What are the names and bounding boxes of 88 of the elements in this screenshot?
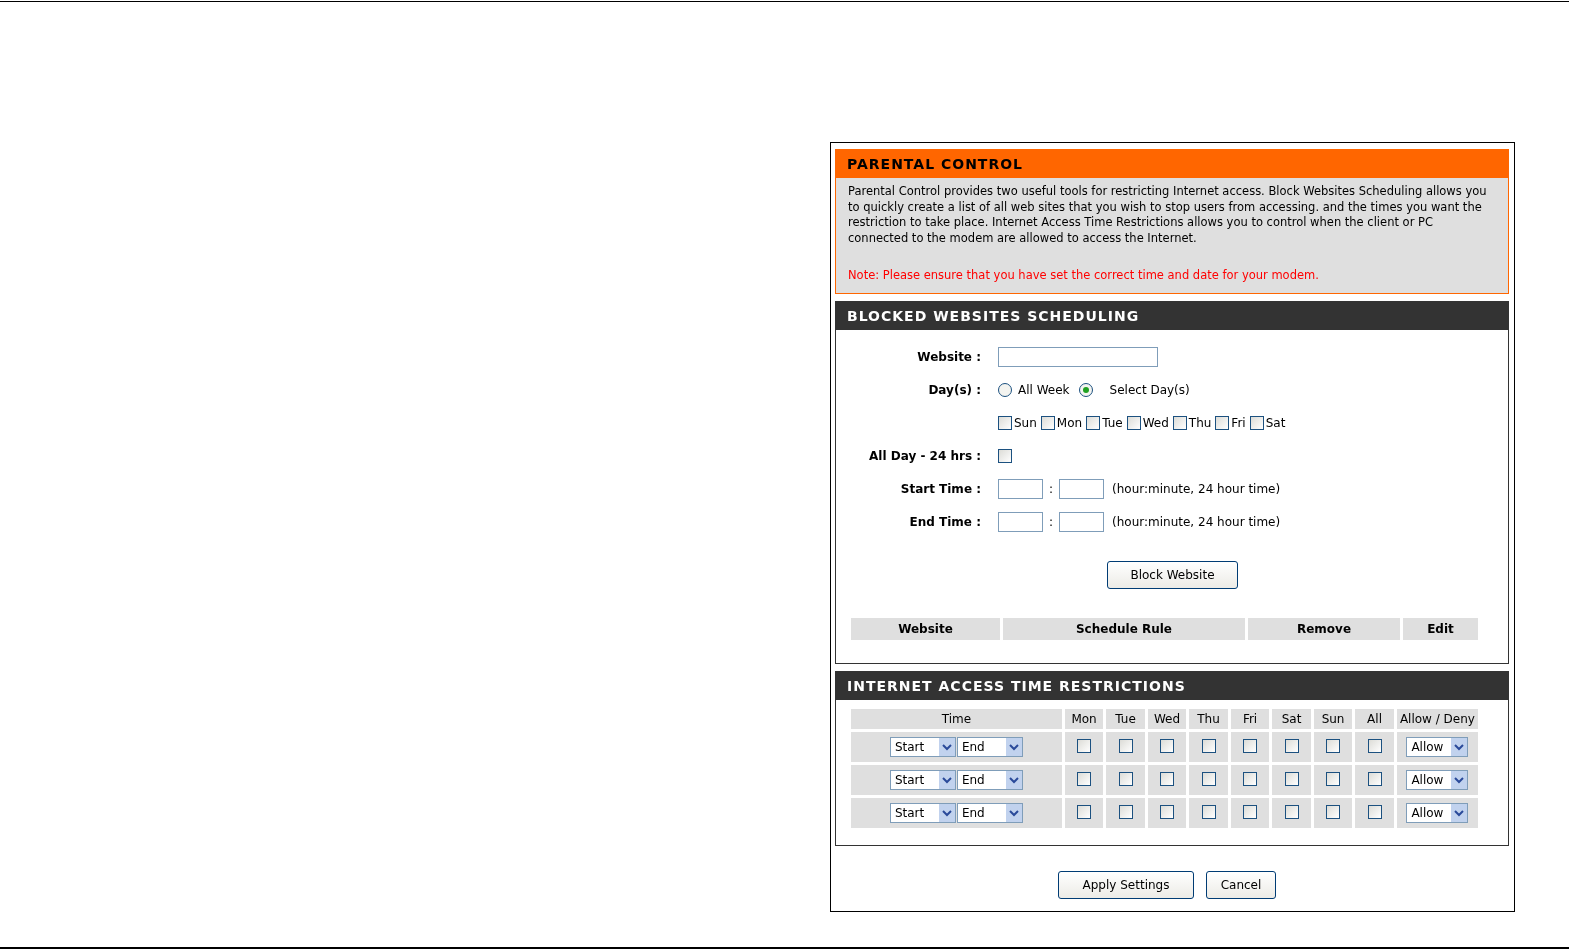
day-label: Wed [1142,415,1169,430]
section-title: BLOCKED WEBSITES SCHEDULING [836,302,1508,330]
field-label: Website : [916,349,982,364]
column-header: Fri [1230,709,1270,729]
field-label: Day(s) : [927,382,982,397]
checkbox[interactable] [1243,804,1258,819]
apply-settings-button[interactable]: Apply Settings [1058,871,1194,899]
checkbox[interactable] [1326,738,1341,753]
checkbox[interactable] [1077,738,1092,753]
day-label: Thu [1188,415,1212,430]
checkbox[interactable] [1249,415,1264,430]
checkbox[interactable] [998,448,1012,463]
column-header: Thu [1189,709,1228,729]
checkbox[interactable] [1201,804,1216,819]
section-title: INTERNET ACCESS TIME RESTRICTIONS [836,672,1508,700]
checkbox[interactable] [1172,415,1187,430]
checkbox[interactable] [1040,415,1055,430]
select-field[interactable]: End [956,770,1023,790]
checkbox[interactable] [1201,738,1216,753]
checkbox[interactable] [1326,804,1341,819]
select-field[interactable]: Allow [1406,770,1469,790]
column-header: Remove [1248,618,1400,640]
hint-text: (hour:minute, 24 hour time) [1112,514,1281,529]
checkbox[interactable] [1086,415,1101,430]
select-field[interactable]: Allow [1406,737,1469,757]
checkbox[interactable] [998,415,1012,430]
field-label: All Day - 24 hrs : [868,448,982,463]
hour-input[interactable] [998,511,1043,532]
field-label: End Time : [908,514,982,529]
checkbox[interactable] [1243,738,1258,753]
checkbox[interactable] [1284,771,1299,786]
day-label: Mon [1056,415,1083,430]
column-header: Schedule Rule [1003,618,1245,640]
section-title: PARENTAL CONTROL [836,150,1508,178]
column-header: All [1355,709,1394,729]
select-field[interactable]: Start [889,737,956,757]
day-label: Tue [1102,415,1123,430]
select-field[interactable]: End [956,803,1023,823]
minute-input[interactable] [1059,511,1105,532]
checkbox[interactable] [1126,415,1141,430]
checkbox[interactable] [1077,804,1092,819]
column-header: Sun [1313,709,1353,729]
column-header: Time [851,709,1062,729]
checkbox[interactable] [1243,771,1258,786]
checkbox[interactable] [1326,771,1341,786]
checkbox[interactable] [1367,771,1382,786]
column-header: Mon [1064,709,1104,729]
checkbox[interactable] [1118,771,1133,786]
field-label: Start Time : [899,481,982,496]
day-label: Fri [1231,415,1246,430]
checkbox[interactable] [1367,804,1382,819]
hour-input[interactable] [998,478,1043,499]
day-label: Sat [1265,415,1286,430]
checkbox[interactable] [1284,738,1299,753]
column-header: Wed [1147,709,1187,729]
cancel-button[interactable]: Cancel [1206,871,1276,899]
checkbox[interactable] [1077,771,1092,786]
block-website-button[interactable]: Block Website [1107,561,1238,589]
checkbox[interactable] [1160,738,1175,753]
column-header: Allow / Deny [1396,709,1478,729]
checkbox[interactable] [1215,415,1230,430]
select-field[interactable]: Allow [1406,803,1469,823]
minute-input[interactable] [1059,478,1105,499]
option-label: Select Day(s) [1109,382,1190,397]
select-field[interactable]: End [956,737,1023,757]
checkbox[interactable] [1367,738,1382,753]
column-header: Tue [1106,709,1145,729]
column-header: Edit [1403,618,1478,640]
note-text: Note: Please ensure that you have set the correct time and date for your modem. [848,268,1320,282]
checkbox[interactable] [1160,771,1175,786]
hint-text: (hour:minute, 24 hour time) [1112,481,1281,496]
checkbox[interactable] [1201,771,1216,786]
separator-text: : [1049,514,1054,529]
select-field[interactable]: Start [889,770,956,790]
checkbox[interactable] [1284,804,1299,819]
checkbox[interactable] [1160,804,1175,819]
select-field[interactable]: Start [889,803,956,823]
separator-text: : [1049,481,1054,496]
radio-button[interactable] [998,382,1012,397]
website-input[interactable] [998,346,1158,367]
checkbox[interactable] [1118,804,1133,819]
option-label: All Week [1018,382,1070,397]
column-header: Website [851,618,1000,640]
radio-button[interactable] [1078,382,1093,397]
day-label: Sun [1014,415,1037,430]
description-text: Parental Control provides two useful tools for restricting Internet access. Block Websites Scheduling allows you to quickly create a list of all web sites that you wish to stop users from accessing. and the times you want the restriction to take place. Internet Access Time Restrictions allows you to control when the client or PC connected to the modem are allowed to access the Internet. [848,184,1488,246]
column-header: Sat [1272,709,1311,729]
checkbox[interactable] [1118,738,1133,753]
